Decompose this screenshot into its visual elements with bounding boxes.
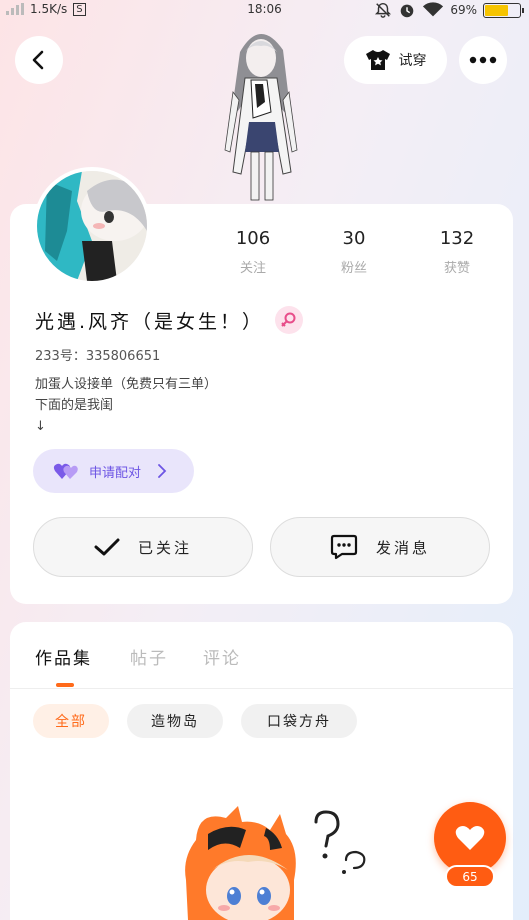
followers-label: 粉丝 bbox=[340, 261, 367, 276]
send-message-button[interactable]: 发消息 bbox=[270, 517, 490, 577]
bio: 加蛋人设接单（免费只有三单） 下面的是我闺 ↓ bbox=[35, 374, 217, 437]
user-id: 233号：335806651 bbox=[35, 349, 161, 364]
chevron-right-icon bbox=[158, 464, 167, 478]
bell-off-icon bbox=[375, 2, 392, 18]
likes-count: 132 bbox=[439, 228, 475, 249]
tab-comments[interactable]: 评论 bbox=[203, 644, 241, 669]
alarm-icon bbox=[401, 4, 414, 18]
likes-label: 获赞 bbox=[443, 261, 470, 276]
battery-icon bbox=[483, 2, 524, 18]
nickname: 光遇.风齐（是女生！） bbox=[35, 311, 265, 333]
tab-works[interactable]: 作品集 bbox=[35, 644, 92, 669]
bio-line: ↓ bbox=[35, 419, 46, 434]
female-icon bbox=[275, 306, 303, 334]
avatar-image bbox=[37, 171, 147, 281]
filter-creation-island[interactable]: 造物岛 bbox=[127, 704, 223, 738]
divider bbox=[10, 688, 513, 689]
check-icon bbox=[94, 538, 120, 556]
try-on-button[interactable]: 试穿 bbox=[344, 36, 447, 84]
like-button[interactable] bbox=[434, 802, 506, 874]
character-model bbox=[224, 33, 298, 201]
pair-request-button[interactable]: 申请配对 bbox=[33, 449, 194, 493]
send-message-label: 发消息 bbox=[375, 538, 430, 557]
active-tab-indicator bbox=[56, 683, 74, 687]
stat-followers[interactable]: 30 粉丝 bbox=[314, 228, 394, 276]
tshirt-icon bbox=[365, 50, 390, 70]
chat-bubble-icon bbox=[330, 534, 358, 560]
heart-icon bbox=[455, 826, 485, 850]
stat-following[interactable]: 106 关注 bbox=[213, 228, 293, 276]
wifi-icon bbox=[423, 2, 444, 17]
double-heart-icon bbox=[53, 463, 78, 479]
status-bar: 1.5K/s S 18:06 69% bbox=[0, 0, 529, 22]
chevron-left-icon bbox=[32, 50, 44, 70]
stat-likes[interactable]: 132 获赞 bbox=[417, 228, 497, 276]
filter-all[interactable]: 全部 bbox=[33, 704, 109, 738]
following-button-label: 已关注 bbox=[137, 538, 192, 557]
avatar[interactable] bbox=[33, 167, 151, 285]
tab-posts[interactable]: 帖子 bbox=[130, 644, 168, 669]
battery-text: 69% bbox=[450, 3, 477, 17]
following-label: 关注 bbox=[239, 261, 266, 276]
empty-state-illustration bbox=[185, 806, 366, 920]
pair-request-label: 申请配对 bbox=[89, 465, 142, 481]
more-dots-icon bbox=[469, 56, 497, 64]
back-button[interactable] bbox=[15, 36, 63, 84]
more-button[interactable] bbox=[459, 36, 507, 84]
following-count: 106 bbox=[235, 228, 271, 249]
bio-line: 下面的是我闺 bbox=[35, 398, 114, 413]
bio-line: 加蛋人设接单（免费只有三单） bbox=[35, 377, 218, 392]
like-count: 65 bbox=[445, 865, 495, 888]
following-button[interactable]: 已关注 bbox=[33, 517, 253, 577]
followers-count: 30 bbox=[342, 228, 366, 249]
try-on-label: 试穿 bbox=[398, 53, 427, 69]
filter-pocket-ark[interactable]: 口袋方舟 bbox=[241, 704, 357, 738]
